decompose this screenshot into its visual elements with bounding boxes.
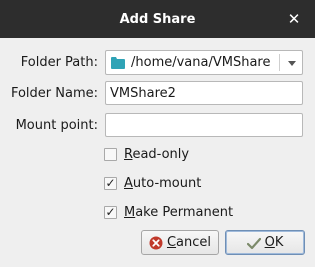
folder-name-field[interactable] bbox=[105, 81, 303, 105]
combo-separator bbox=[279, 54, 280, 71]
read-only-label: Read-only bbox=[124, 146, 190, 162]
make-permanent-checkbox[interactable]: ✓ bbox=[104, 205, 117, 219]
folder-path-value: /home/vana/VMShare bbox=[131, 55, 271, 70]
folder-path-combobox[interactable]: /home/vana/VMShare bbox=[105, 50, 303, 75]
ok-icon bbox=[246, 236, 261, 250]
auto-mount-label: Auto-mount bbox=[124, 175, 202, 191]
read-only-checkbox[interactable] bbox=[104, 147, 117, 161]
read-only-option[interactable]: Read-only bbox=[104, 146, 189, 162]
cancel-label: Cancel bbox=[166, 235, 212, 250]
cancel-icon bbox=[149, 236, 163, 250]
folder-icon bbox=[111, 56, 125, 69]
mount-point-label: Mount point: bbox=[15, 118, 98, 133]
auto-mount-checkbox[interactable]: ✓ bbox=[104, 176, 117, 190]
auto-mount-option[interactable]: ✓ Auto-mount bbox=[104, 175, 201, 191]
dialog-title: Add Share bbox=[119, 11, 196, 27]
checkmark-icon: ✓ bbox=[105, 205, 116, 219]
ok-label: OK bbox=[264, 235, 284, 250]
checkmark-icon: ✓ bbox=[105, 176, 116, 190]
mount-point-field[interactable] bbox=[105, 113, 303, 137]
dropdown-arrow-icon[interactable] bbox=[288, 61, 296, 66]
make-permanent-option[interactable]: ✓ Make Permanent bbox=[104, 204, 233, 220]
folder-path-label: Folder Path: bbox=[20, 55, 98, 70]
close-icon: ✕ bbox=[287, 10, 301, 28]
close-button[interactable]: ✕ bbox=[285, 9, 303, 29]
title-bar: Add Share ✕ bbox=[0, 0, 315, 38]
add-share-dialog: Add Share ✕ Folder Path: /home/vana/VMSh… bbox=[0, 0, 315, 267]
make-permanent-label: Make Permanent bbox=[124, 204, 234, 220]
folder-name-label: Folder Name: bbox=[10, 86, 98, 101]
ok-button[interactable]: OK bbox=[225, 230, 305, 255]
cancel-button[interactable]: Cancel bbox=[141, 230, 219, 255]
